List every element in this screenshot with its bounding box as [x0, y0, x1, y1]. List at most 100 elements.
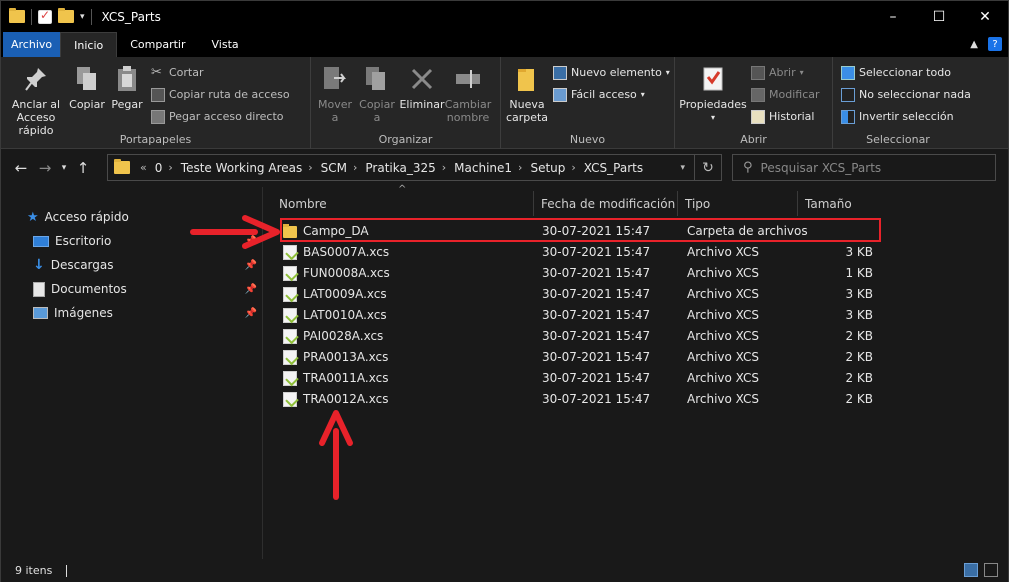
file-name: LAT0009A.xcs [303, 287, 387, 301]
copy-path-button[interactable]: Copiar ruta de acceso [151, 85, 290, 104]
edit-icon [751, 87, 765, 102]
collapse-ribbon-icon[interactable]: ▲ [970, 39, 978, 50]
back-icon[interactable]: ← [9, 159, 33, 177]
star-icon: ★ [27, 209, 39, 225]
pin-icon[interactable]: 📌 [245, 260, 257, 271]
open-icon [751, 65, 765, 80]
breadcrumb-item[interactable]: Machine1 [454, 161, 512, 175]
chevron-down-icon: ▾ [799, 68, 804, 77]
forward-icon[interactable]: → [33, 159, 57, 177]
recent-locations-icon[interactable]: ▾ [57, 163, 71, 173]
chevron-right-icon[interactable]: › [353, 161, 357, 174]
breadcrumb-item[interactable]: SCM [321, 161, 347, 175]
invert-selection-icon [841, 109, 855, 124]
column-header-type[interactable]: Tipo [678, 191, 798, 216]
view-toggles [964, 563, 998, 577]
nav-item-descargas[interactable]: ↓ Descargas 📌 [33, 255, 261, 275]
close-button[interactable]: ✕ [962, 1, 1008, 32]
help-icon[interactable]: ? [988, 37, 1002, 51]
list-item[interactable]: PAI0028A.xcs 30-07-2021 15:47 Archivo XC… [280, 326, 880, 347]
nav-item-label: Acceso rápido [44, 210, 129, 224]
file-size: 3 KB [845, 245, 873, 259]
list-item[interactable]: FUN0008A.xcs 30-07-2021 15:47 Archivo XC… [280, 263, 880, 284]
xcs-file-icon [283, 287, 297, 302]
maximize-button[interactable]: ☐ [916, 1, 962, 32]
list-item[interactable]: LAT0010A.xcs 30-07-2021 15:47 Archivo XC… [280, 305, 880, 326]
breadcrumb-item[interactable]: Teste Working Areas [181, 161, 302, 175]
file-type: Archivo XCS [687, 329, 760, 343]
edit-button[interactable]: Modificar [751, 85, 820, 104]
properties-icon[interactable] [38, 8, 52, 24]
cut-button[interactable]: ✂ Cortar [151, 63, 290, 82]
pin-icon [21, 63, 51, 95]
select-none-icon [841, 87, 855, 102]
tab-vista[interactable]: Vista [199, 32, 252, 57]
up-icon[interactable]: ↑ [71, 159, 95, 177]
copy-label: Copiar [69, 98, 105, 111]
status-bar: 9 itens [1, 559, 1008, 582]
nav-item-label: Documentos [51, 282, 127, 296]
refresh-icon[interactable]: ↻ [694, 155, 721, 180]
nav-item-documentos[interactable]: Documentos 📌 [33, 279, 261, 299]
address-history-icon[interactable]: ▾ [680, 163, 685, 173]
minimize-button[interactable]: – [870, 1, 916, 32]
easy-access-label: Fácil acceso [571, 88, 637, 101]
annotation-highlight-box [280, 218, 881, 242]
history-icon [751, 109, 765, 124]
breadcrumb-item[interactable]: 0 [155, 161, 163, 175]
overflow-chevron-icon[interactable]: « [140, 161, 147, 174]
window-title: XCS_Parts [101, 9, 161, 24]
file-date: 30-07-2021 15:47 [542, 392, 651, 406]
new-folder-icon[interactable] [58, 8, 74, 23]
invert-selection-button[interactable]: Invertir selección [841, 107, 971, 126]
search-input[interactable]: ⚲ Pesquisar XCS_Parts [732, 154, 996, 181]
properties-label: Propiedades [679, 98, 747, 111]
search-placeholder: Pesquisar XCS_Parts [760, 160, 882, 175]
list-item[interactable]: PRA0013A.xcs 30-07-2021 15:47 Archivo XC… [280, 347, 880, 368]
tab-archivo[interactable]: Archivo [3, 32, 61, 57]
delete-label: Eliminar [399, 98, 445, 111]
pin-icon[interactable]: 📌 [245, 308, 257, 319]
open-button[interactable]: Abrir ▾ [751, 63, 820, 82]
new-item-button[interactable]: Nuevo elemento ▾ [553, 63, 670, 82]
list-item[interactable]: TRA0012A.xcs 30-07-2021 15:47 Archivo XC… [280, 389, 880, 410]
scissors-icon: ✂ [151, 64, 162, 80]
chevron-right-icon[interactable]: › [518, 161, 522, 174]
file-date: 30-07-2021 15:47 [542, 245, 651, 259]
history-button[interactable]: Historial [751, 107, 820, 126]
large-icons-view-icon[interactable] [984, 563, 998, 577]
list-item[interactable]: LAT0009A.xcs 30-07-2021 15:47 Archivo XC… [280, 284, 880, 305]
file-name: FUN0008A.xcs [303, 266, 390, 280]
customize-toolbar-icon[interactable]: ▾ [80, 12, 85, 22]
select-none-button[interactable]: No seleccionar nada [841, 85, 971, 104]
tab-inicio[interactable]: Inicio [60, 32, 118, 57]
paste-shortcut-button[interactable]: Pegar acceso directo [151, 107, 290, 126]
chevron-right-icon[interactable]: › [168, 161, 172, 174]
chevron-right-icon[interactable]: › [308, 161, 312, 174]
list-item[interactable]: TRA0011A.xcs 30-07-2021 15:47 Archivo XC… [280, 368, 880, 389]
breadcrumb-item[interactable]: XCS_Parts [584, 161, 643, 175]
chevron-right-icon[interactable]: › [571, 161, 575, 174]
divider [90, 8, 92, 25]
column-header-name[interactable]: Nombre [272, 191, 534, 216]
address-bar[interactable]: « 0 › Teste Working Areas › SCM › Pratik… [107, 154, 722, 181]
pin-icon[interactable]: 📌 [245, 284, 257, 295]
details-view-icon[interactable] [964, 563, 978, 577]
chevron-right-icon[interactable]: › [442, 161, 446, 174]
select-all-button[interactable]: Seleccionar todo [841, 63, 971, 82]
quick-access-toolbar: ▾ [1, 1, 92, 32]
chevron-down-icon: ▾ [640, 90, 645, 99]
breadcrumb-item[interactable]: Setup [530, 161, 565, 175]
divider [31, 8, 32, 25]
column-header-date[interactable]: Fecha de modificación [534, 191, 678, 216]
file-name: TRA0012A.xcs [303, 392, 389, 406]
file-type: Archivo XCS [687, 350, 760, 364]
column-header-size[interactable]: Tamaño [798, 191, 878, 216]
move-icon [320, 63, 350, 95]
easy-access-button[interactable]: Fácil acceso ▾ [553, 85, 670, 104]
breadcrumb-item[interactable]: Pratika_325 [365, 161, 435, 175]
tab-compartir[interactable]: Compartir [117, 32, 198, 57]
nav-item-imagenes[interactable]: Imágenes 📌 [33, 303, 261, 323]
list-item[interactable]: BAS0007A.xcs 30-07-2021 15:47 Archivo XC… [280, 242, 880, 263]
new-folder-label: Nueva carpeta [505, 98, 549, 124]
